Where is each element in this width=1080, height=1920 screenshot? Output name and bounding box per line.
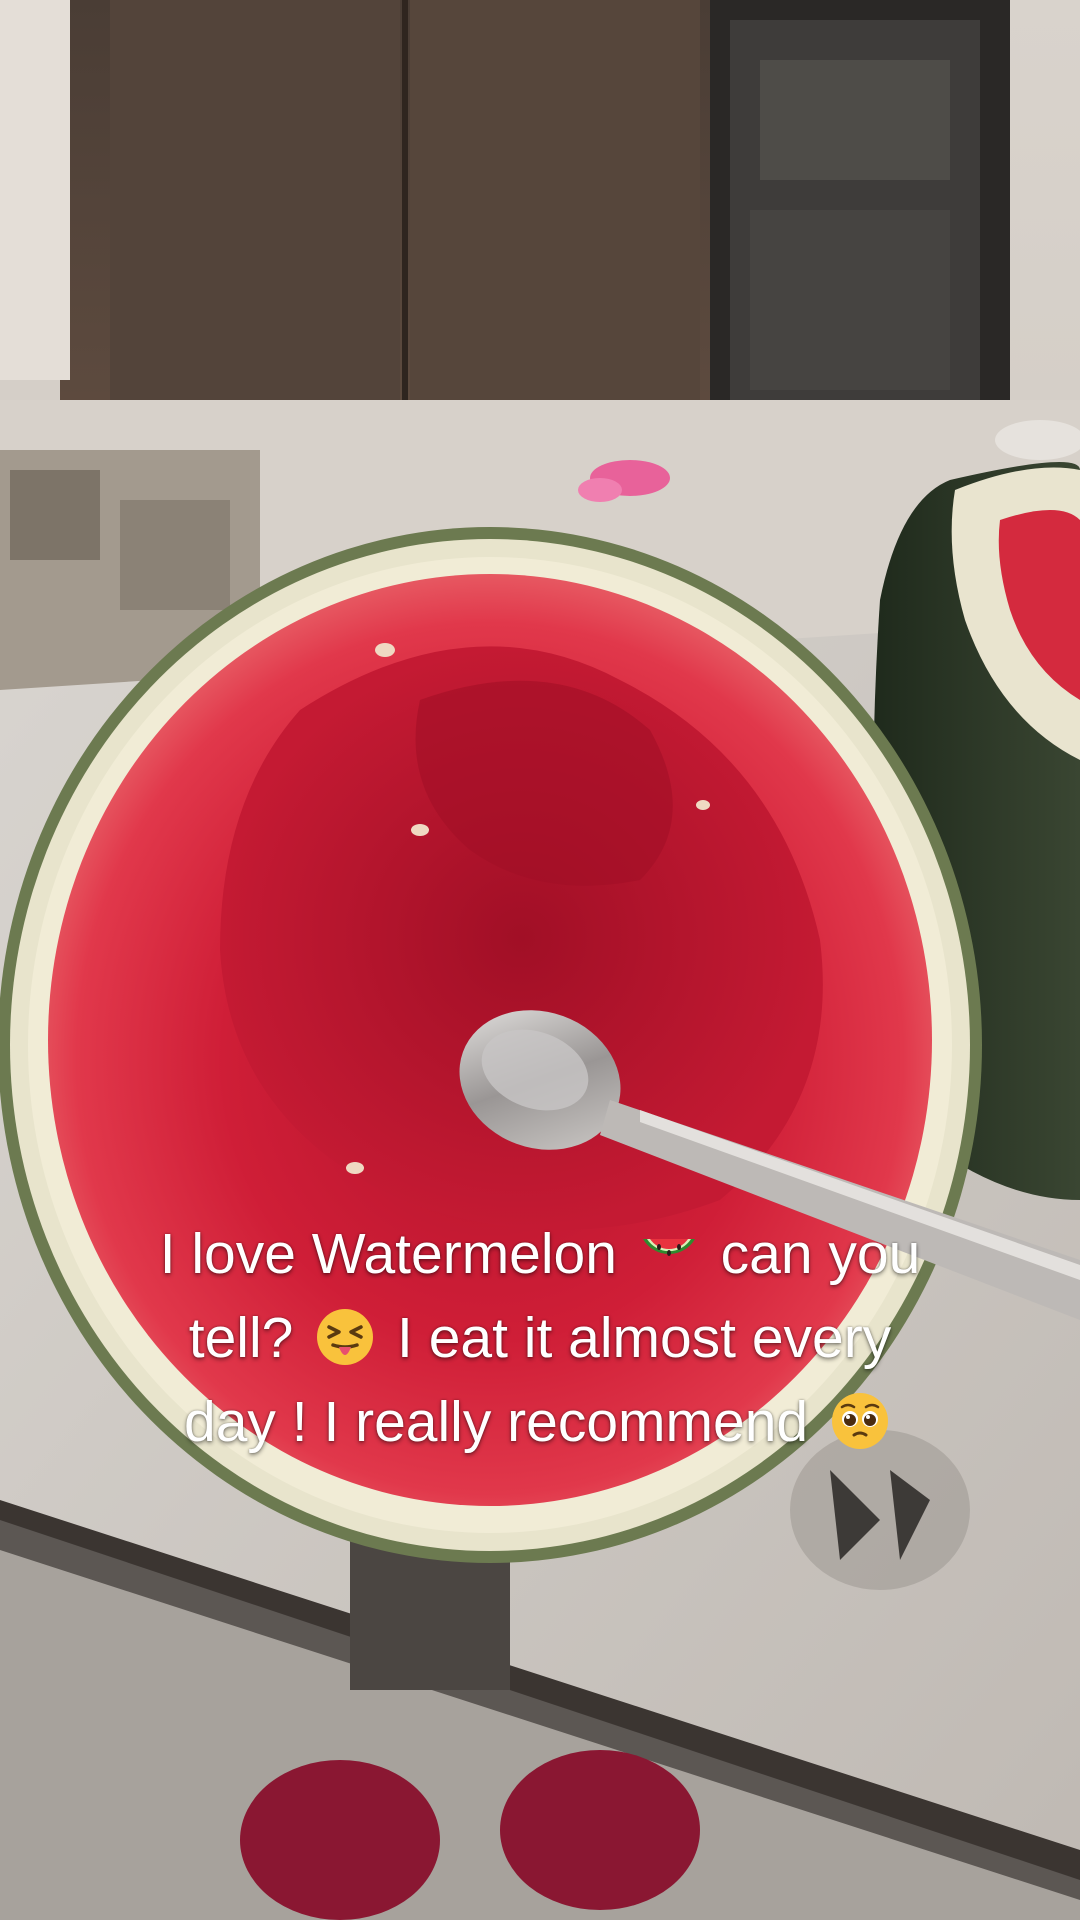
caption-line-3: day ! I really recommend	[184, 1390, 896, 1454]
caption-text: day ! I really recommend	[184, 1390, 809, 1454]
caption-line-2: tell? I eat it almost every	[189, 1306, 891, 1370]
caption-overlay: I love Watermelon can you tell? I eat it…	[60, 1212, 1020, 1464]
watermelon-emoji-icon	[637, 1221, 701, 1285]
video-frame: I love Watermelon can you tell? I eat it…	[0, 0, 1080, 1920]
caption-text: can you	[720, 1222, 921, 1286]
caption-text: I love Watermelon	[159, 1222, 617, 1286]
squinting-face-with-tongue-icon	[313, 1305, 377, 1369]
caption-text: I eat it almost every	[397, 1306, 892, 1370]
pleading-face-icon	[828, 1389, 892, 1453]
watermelon-photo	[0, 0, 1080, 1920]
caption-text: tell?	[188, 1306, 294, 1370]
caption-line-1: I love Watermelon can you	[160, 1222, 921, 1286]
